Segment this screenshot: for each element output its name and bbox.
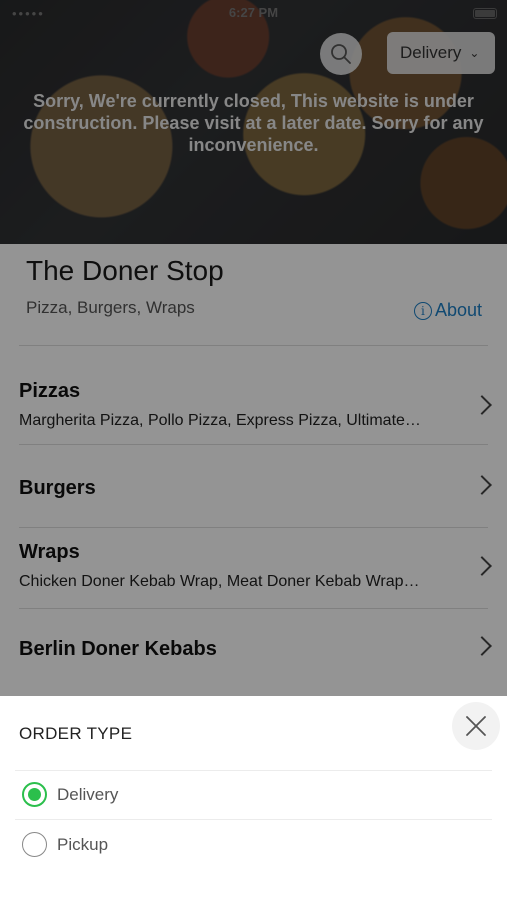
sheet-title: ORDER TYPE xyxy=(19,724,133,743)
option-label: Delivery xyxy=(57,784,119,804)
radio-selected[interactable] xyxy=(22,782,47,807)
order-type-sheet: ORDER TYPE Delivery Pickup xyxy=(0,696,507,900)
modal-backdrop[interactable] xyxy=(0,0,507,696)
close-icon xyxy=(466,716,486,736)
close-button[interactable] xyxy=(452,702,500,750)
option-delivery[interactable]: Delivery xyxy=(22,782,118,807)
option-label: Pickup xyxy=(57,834,109,854)
radio-unselected[interactable] xyxy=(22,832,47,857)
divider xyxy=(15,770,492,771)
divider xyxy=(15,819,492,820)
option-pickup[interactable]: Pickup xyxy=(22,832,108,857)
